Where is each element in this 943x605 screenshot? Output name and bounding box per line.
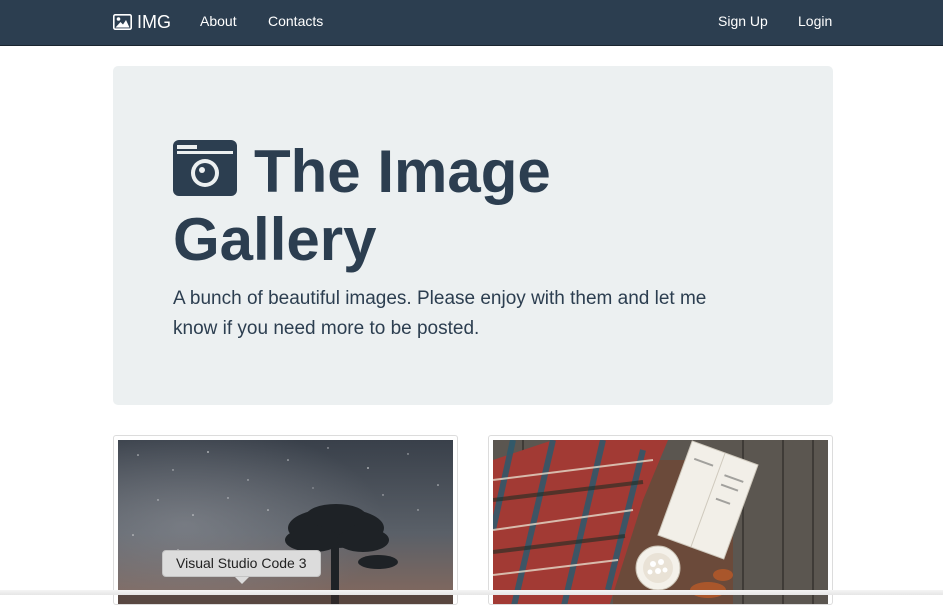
hero-jumbotron: The Image Gallery A bunch of beautiful i…: [113, 66, 833, 405]
image-icon: [113, 14, 132, 30]
plaid-blanket-book-cocoa-photo[interactable]: [493, 440, 828, 604]
gallery-card[interactable]: [113, 435, 458, 605]
dock-edge: [0, 590, 943, 595]
gallery-card[interactable]: [488, 435, 833, 605]
nav-link-login[interactable]: Login: [798, 13, 832, 29]
brand-link[interactable]: IMG: [113, 11, 171, 33]
tooltip: Visual Studio Code 3: [162, 550, 321, 577]
nav-link-sign-up[interactable]: Sign Up: [718, 13, 768, 29]
navbar: IMG About Contacts Sign Up Login: [0, 0, 943, 46]
nav-link-contacts[interactable]: Contacts: [268, 13, 323, 29]
nav-link-about[interactable]: About: [200, 13, 237, 29]
hero-description: A bunch of beautiful images. Please enjo…: [173, 288, 707, 339]
night-sky-tree-photo[interactable]: [118, 440, 453, 604]
brand-label: IMG: [137, 11, 171, 32]
tooltip-arrow: [235, 577, 249, 584]
page-title: The Image Gallery: [173, 138, 551, 273]
